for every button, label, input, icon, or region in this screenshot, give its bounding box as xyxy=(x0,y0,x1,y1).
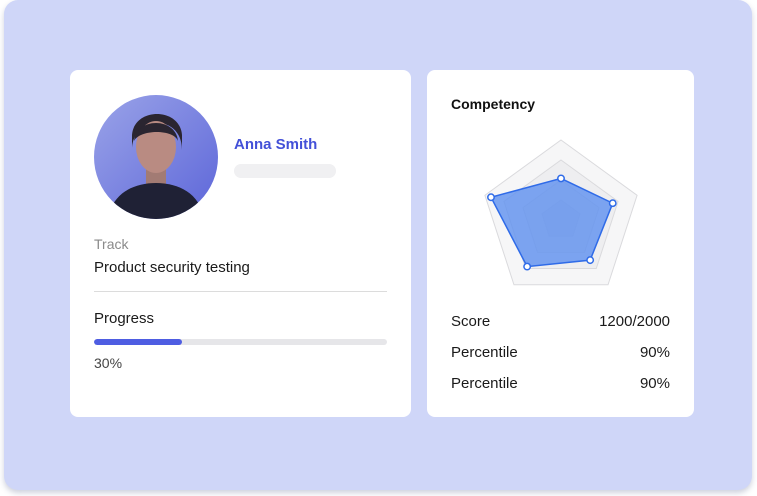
stat-label: Percentile xyxy=(451,344,518,361)
competency-title: Competency xyxy=(451,96,536,112)
radar-point xyxy=(557,174,565,183)
track-label: Track xyxy=(94,236,129,252)
background-frame: Anna Smith Track Product security testin… xyxy=(4,0,752,490)
progress-label: Progress xyxy=(94,310,155,327)
user-name: Anna Smith xyxy=(234,136,318,153)
skeleton-placeholder xyxy=(234,164,336,178)
stat-value: 90% xyxy=(639,375,670,392)
avatar[interactable] xyxy=(94,95,218,219)
stat-row-percentile: Percentile 90% xyxy=(451,344,670,361)
stat-row-score: Score 1200/2000 xyxy=(451,313,670,330)
radar-point xyxy=(523,262,532,271)
competency-radar-chart xyxy=(484,139,638,286)
track-value: Product security testing xyxy=(94,259,250,276)
competency-card: Competency Score 1200/2000 Percentile 90… xyxy=(427,70,694,417)
divider xyxy=(94,291,387,292)
progress-fill xyxy=(94,339,182,345)
profile-card: Anna Smith Track Product security testin… xyxy=(70,70,411,417)
radar-point xyxy=(487,193,495,202)
progress-value: 30% xyxy=(94,355,123,371)
radar-point xyxy=(608,199,617,208)
stat-label: Score xyxy=(451,313,491,330)
stat-row-percentile: Percentile 90% xyxy=(451,375,670,392)
stat-value: 90% xyxy=(639,344,670,361)
radar-point xyxy=(586,256,595,265)
avatar-image xyxy=(94,95,218,219)
progress-bar xyxy=(94,339,387,345)
stat-label: Percentile xyxy=(451,375,518,392)
stat-value: 1200/2000 xyxy=(599,313,670,330)
